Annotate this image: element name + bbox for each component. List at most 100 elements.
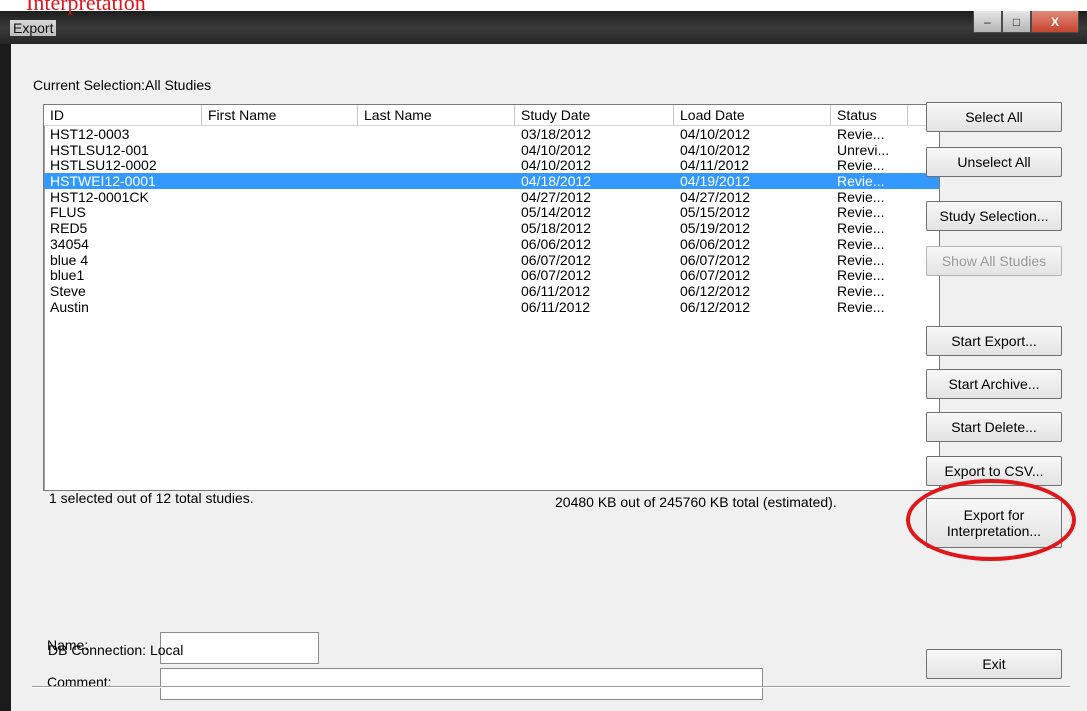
cell-load-date: 06/12/2012 <box>680 298 751 315</box>
show-all-studies-button[interactable]: Show All Studies <box>926 246 1062 276</box>
start-archive-button[interactable]: Start Archive... <box>926 369 1062 399</box>
cell-id: HST12-0001CK <box>50 188 149 205</box>
cell-id: Austin <box>50 298 89 315</box>
column-header-load-date[interactable]: Load Date <box>674 105 831 125</box>
cell-status: Revie... <box>837 157 885 174</box>
table-row[interactable]: Steve 06/11/2012 06/12/2012 Revie... <box>44 283 939 299</box>
cell-id: HSTLSU12-001 <box>50 141 149 158</box>
cell-study-date: 03/18/2012 <box>521 126 592 142</box>
cell-study-date: 06/06/2012 <box>521 235 592 252</box>
export-for-interpretation-line2: Interpretation... <box>946 523 1042 539</box>
cell-id: blue 4 <box>50 251 89 268</box>
cell-first-name <box>202 204 358 220</box>
table-row[interactable]: blue 4 06/07/2012 06/07/2012 Revie... <box>44 252 939 268</box>
table-row[interactable]: HST12-0003 03/18/2012 04/10/2012 Revie... <box>44 126 939 142</box>
cell-study-date: 06/11/2012 <box>521 282 591 299</box>
window-left-border <box>0 44 11 711</box>
cell-first-name <box>202 236 358 252</box>
table-row[interactable]: blue1 06/07/2012 06/07/2012 Revie... <box>44 267 939 283</box>
cell-status: Revie... <box>837 298 885 315</box>
column-header-first-name[interactable]: First Name <box>202 105 358 125</box>
cell-id: HSTWEI12-0001 <box>50 173 156 189</box>
cell-last-name <box>358 204 515 220</box>
cell-status: Revie... <box>837 126 885 142</box>
cell-load-date: 06/07/2012 <box>680 251 751 268</box>
table-row[interactable]: FLUS 05/14/2012 05/15/2012 Revie... <box>44 204 939 221</box>
cell-id: HST12-0003 <box>50 126 130 142</box>
cell-status: Revie... <box>837 204 885 221</box>
export-to-csv-button[interactable]: Export to CSV... <box>926 456 1062 486</box>
cell-id: FLUS <box>50 204 86 221</box>
cell-status: Revie... <box>837 173 885 189</box>
current-selection-value: All Studies <box>145 77 212 93</box>
unselect-all-button[interactable]: Unselect All <box>926 147 1062 177</box>
cell-first-name <box>202 157 358 173</box>
db-connection-text: DB Connection: Local <box>48 642 184 658</box>
column-header-status[interactable]: Status <box>831 105 908 125</box>
cell-load-date: 05/15/2012 <box>680 204 751 221</box>
table-row[interactable]: 34054 06/06/2012 06/06/2012 Revie... <box>44 236 939 252</box>
cell-id: Steve <box>50 282 86 299</box>
name-input[interactable] <box>160 632 319 664</box>
cell-first-name <box>202 142 358 158</box>
cell-first-name <box>202 189 358 205</box>
cell-study-date: 04/10/2012 <box>521 141 592 158</box>
select-all-button[interactable]: Select All <box>926 102 1062 132</box>
cell-status: Revie... <box>837 188 885 205</box>
cell-first-name <box>202 283 358 299</box>
cell-load-date: 06/12/2012 <box>680 282 751 299</box>
column-header-id[interactable]: ID <box>44 105 202 125</box>
column-header-last-name[interactable]: Last Name <box>358 105 515 125</box>
cell-study-date: 04/27/2012 <box>521 188 592 205</box>
cell-study-date: 06/11/2012 <box>521 298 591 315</box>
cell-last-name <box>358 189 515 205</box>
cell-first-name <box>202 252 358 268</box>
cell-status: Revie... <box>837 220 885 236</box>
comment-input[interactable] <box>160 668 763 700</box>
selected-count-text: 1 selected out of 12 total studies. <box>49 490 254 506</box>
cell-load-date: 04/10/2012 <box>680 141 751 158</box>
minimize-icon: – <box>984 14 991 29</box>
cell-id: RED5 <box>50 220 88 236</box>
start-export-button[interactable]: Start Export... <box>926 326 1062 356</box>
cell-study-date: 05/14/2012 <box>521 204 592 221</box>
cell-status: Revie... <box>837 267 885 283</box>
column-header-study-date[interactable]: Study Date <box>515 105 674 125</box>
table-row[interactable]: HSTWEI12-0001 04/18/2012 04/19/2012 Revie..… <box>44 173 939 189</box>
cell-load-date: 04/11/2012 <box>680 157 750 174</box>
maximize-button[interactable]: □ <box>1002 11 1031 33</box>
cell-status: Unrevi... <box>837 141 890 158</box>
cell-last-name <box>358 252 515 268</box>
window-title: Export <box>10 20 57 36</box>
cell-first-name <box>202 220 358 236</box>
table-row[interactable]: HSTLSU12-001 04/10/2012 04/10/2012 Unrevi..… <box>44 142 939 158</box>
close-icon: X <box>1050 14 1059 29</box>
cell-study-date: 06/07/2012 <box>521 251 592 268</box>
window-controls: – □ X <box>973 11 1079 33</box>
export-for-interpretation-button[interactable]: Export for Interpretation... <box>926 498 1062 548</box>
close-button[interactable]: X <box>1031 11 1079 33</box>
start-delete-button[interactable]: Start Delete... <box>926 412 1062 442</box>
study-selection-button[interactable]: Study Selection... <box>926 201 1062 231</box>
list-rows: HST12-0003 03/18/2012 04/10/2012 Revie... HS… <box>44 126 939 314</box>
studies-list[interactable]: ID First Name Last Name Study Date Load … <box>43 104 940 491</box>
cell-last-name <box>358 157 515 173</box>
cell-load-date: 04/27/2012 <box>680 188 751 205</box>
cell-first-name <box>202 126 358 142</box>
cell-id: 34054 <box>50 235 89 252</box>
size-estimate-text: 20480 KB out of 245760 KB total (estimat… <box>555 494 837 510</box>
cell-last-name <box>358 142 515 158</box>
minimize-button[interactable]: – <box>973 11 1002 33</box>
table-row[interactable]: HST12-0001CK 04/27/2012 04/27/2012 Revie... <box>44 189 939 205</box>
table-row[interactable]: Austin 06/11/2012 06/12/2012 Revie... <box>44 299 939 315</box>
cell-last-name <box>358 220 515 236</box>
maximize-icon: □ <box>1012 14 1021 29</box>
table-row[interactable]: RED5 05/18/2012 05/19/2012 Revie... <box>44 220 939 236</box>
cell-load-date: 04/19/2012 <box>680 173 751 189</box>
cell-last-name <box>358 236 515 252</box>
exit-button[interactable]: Exit <box>926 649 1062 679</box>
annotation-label: Interpretation <box>26 0 146 15</box>
cell-study-date: 04/10/2012 <box>521 157 592 174</box>
list-header: ID First Name Last Name Study Date Load … <box>44 105 939 126</box>
table-row[interactable]: HSTLSU12-0002 04/10/2012 04/11/2012 Revie..… <box>44 157 939 174</box>
